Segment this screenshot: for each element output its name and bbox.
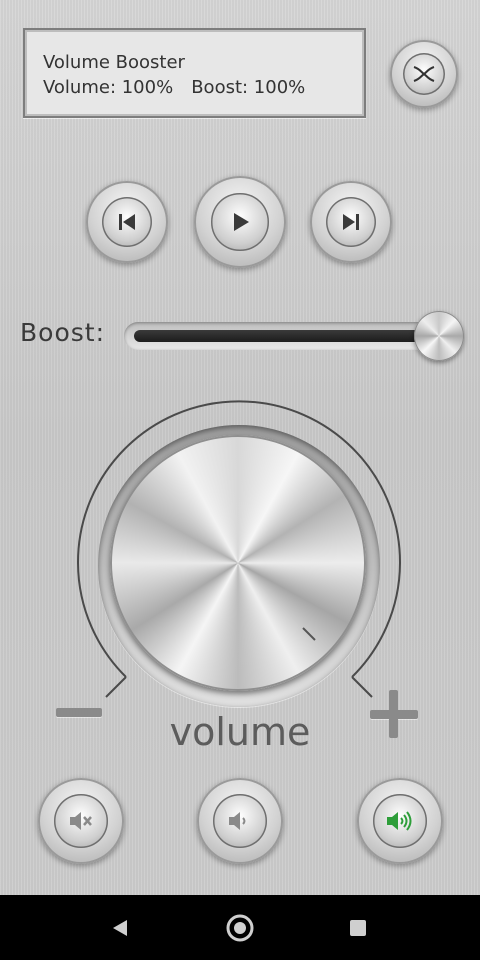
volume-low-button[interactable] <box>197 778 283 864</box>
volume-high-button[interactable] <box>357 778 443 864</box>
mute-button[interactable] <box>38 778 124 864</box>
knob-indicator <box>302 627 316 641</box>
volume-high-icon <box>373 794 427 848</box>
recents-square-icon <box>350 919 366 936</box>
system-navigation-bar <box>0 895 480 960</box>
back-triangle-icon <box>113 919 127 936</box>
volume-label: volume <box>169 710 311 754</box>
home-button[interactable] <box>200 895 280 960</box>
volume-knob[interactable] <box>110 435 366 691</box>
recents-button[interactable] <box>318 895 398 960</box>
mute-icon <box>54 794 108 848</box>
back-button[interactable] <box>80 895 160 960</box>
volume-low-icon <box>213 794 267 848</box>
home-circle-icon <box>226 914 254 941</box>
